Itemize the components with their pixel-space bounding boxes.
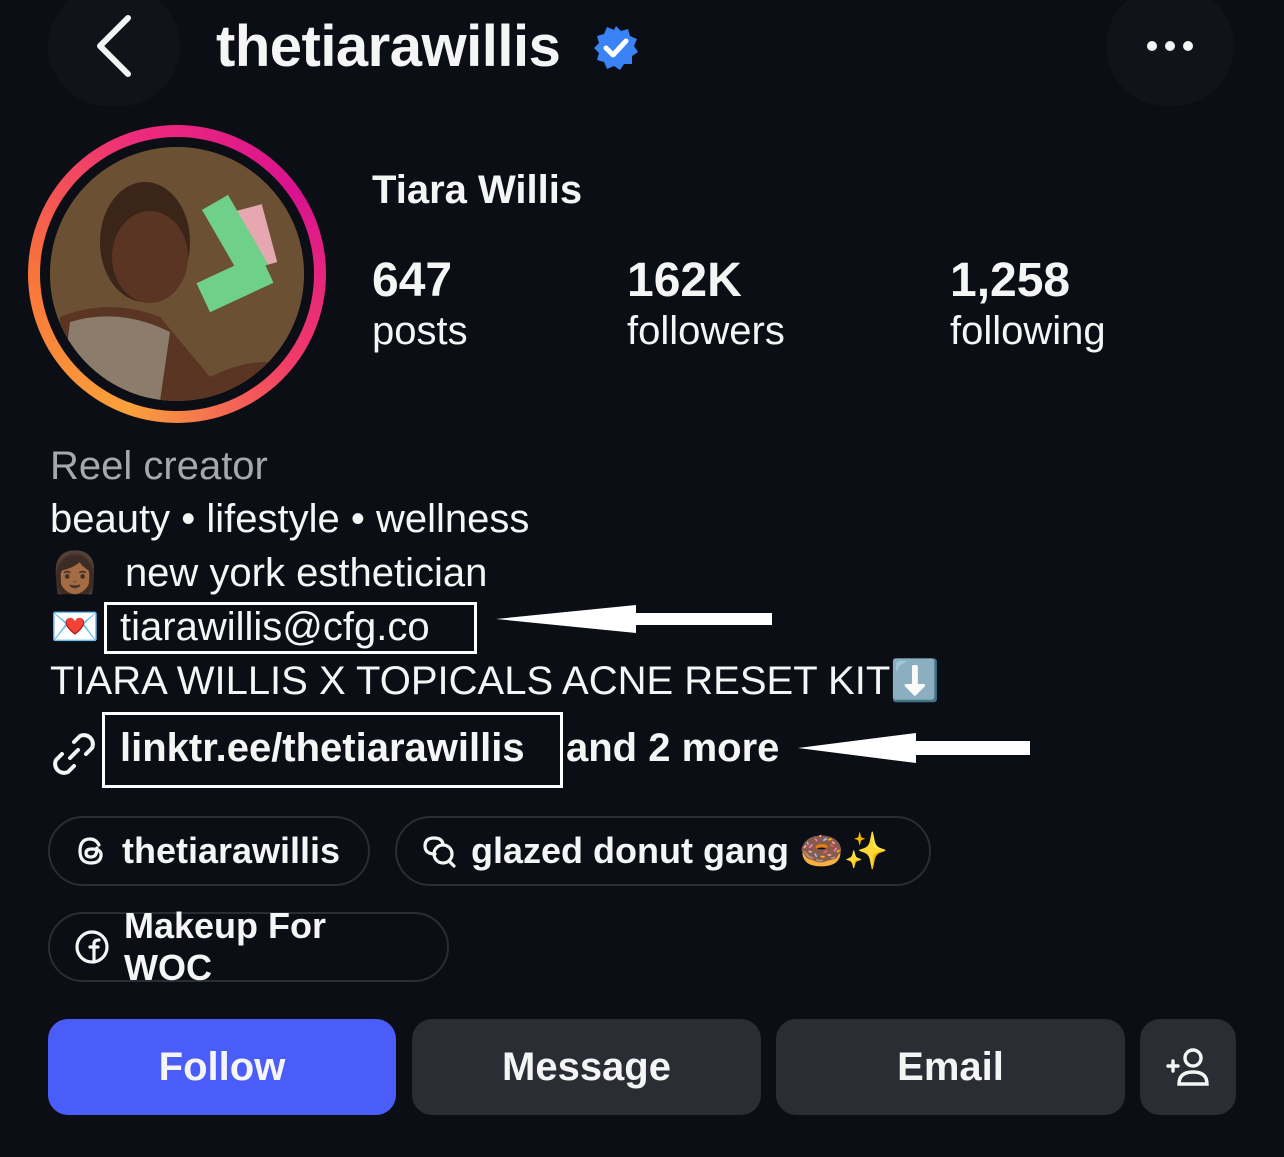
bio-link-more[interactable]: and 2 more [566,726,779,771]
stat-posts-label: posts [372,309,468,353]
more-dots-icon [1147,41,1193,51]
woman-emoji-icon: 👩🏾 [50,551,100,595]
pill-facebook[interactable]: Makeup For WOC [48,905,449,988]
pill-channel-label: glazed donut gang 🍩✨ [471,830,889,871]
email-button[interactable]: Email [776,1019,1125,1115]
back-button[interactable] [48,0,180,106]
bio-location-text: new york esthetician [124,551,488,595]
bio-line-kit: TIARA WILLIS X TOPICALS ACNE RESET KIT⬇️ [50,658,940,704]
profile-full-name: Tiara Willis [372,168,583,212]
threads-icon [78,837,103,865]
down-arrow-emoji-icon: ⬇️ [890,659,941,703]
avatar[interactable] [50,147,304,401]
annotation-arrow-link [798,733,1030,763]
bio-link[interactable]: linktr.ee/thetiarawillis [120,726,525,771]
bio-line-location: 👩🏾 new york esthetician [50,550,487,596]
add-person-icon [1166,1048,1209,1086]
verified-badge-icon [594,26,638,70]
suggest-users-button[interactable] [1140,1019,1236,1115]
stat-following-value: 1,258 [950,254,1071,307]
bio-email-text[interactable]: tiarawillis@cfg.co [120,604,430,650]
stat-followers-value: 162K [627,254,742,307]
follow-button[interactable]: Follow [48,1019,396,1115]
stat-posts-value: 647 [372,254,453,307]
pill-channel[interactable]: glazed donut gang 🍩✨ [395,816,931,886]
more-options-button[interactable] [1106,0,1234,106]
stat-posts[interactable]: 647 posts [372,254,468,354]
love-letter-emoji-icon: 💌 [50,605,100,649]
profile-category: Reel creator [50,444,268,488]
stat-followers-label: followers [627,309,785,353]
channel-icon [423,836,456,868]
stat-followers[interactable]: 162K followers [627,254,785,354]
facebook-icon [75,930,109,964]
pill-facebook-label: Makeup For WOC [124,905,327,988]
avatar-image [50,147,304,401]
stat-following[interactable]: 1,258 following [950,254,1106,354]
bio-line-email: 💌 [50,604,100,650]
stat-following-label: following [950,309,1106,353]
chevron-left-icon [97,15,131,77]
link-icon [53,733,95,775]
pill-threads[interactable]: thetiarawillis [48,816,370,886]
annotation-arrow-email [496,605,772,633]
bio-line-interests: beauty • lifestyle • wellness [50,497,530,541]
message-button[interactable]: Message [412,1019,761,1115]
header-username: thetiarawillis [216,14,561,79]
bio-kit-text: TIARA WILLIS X TOPICALS ACNE RESET KIT [50,659,891,703]
pill-threads-label: thetiarawillis [122,830,341,871]
